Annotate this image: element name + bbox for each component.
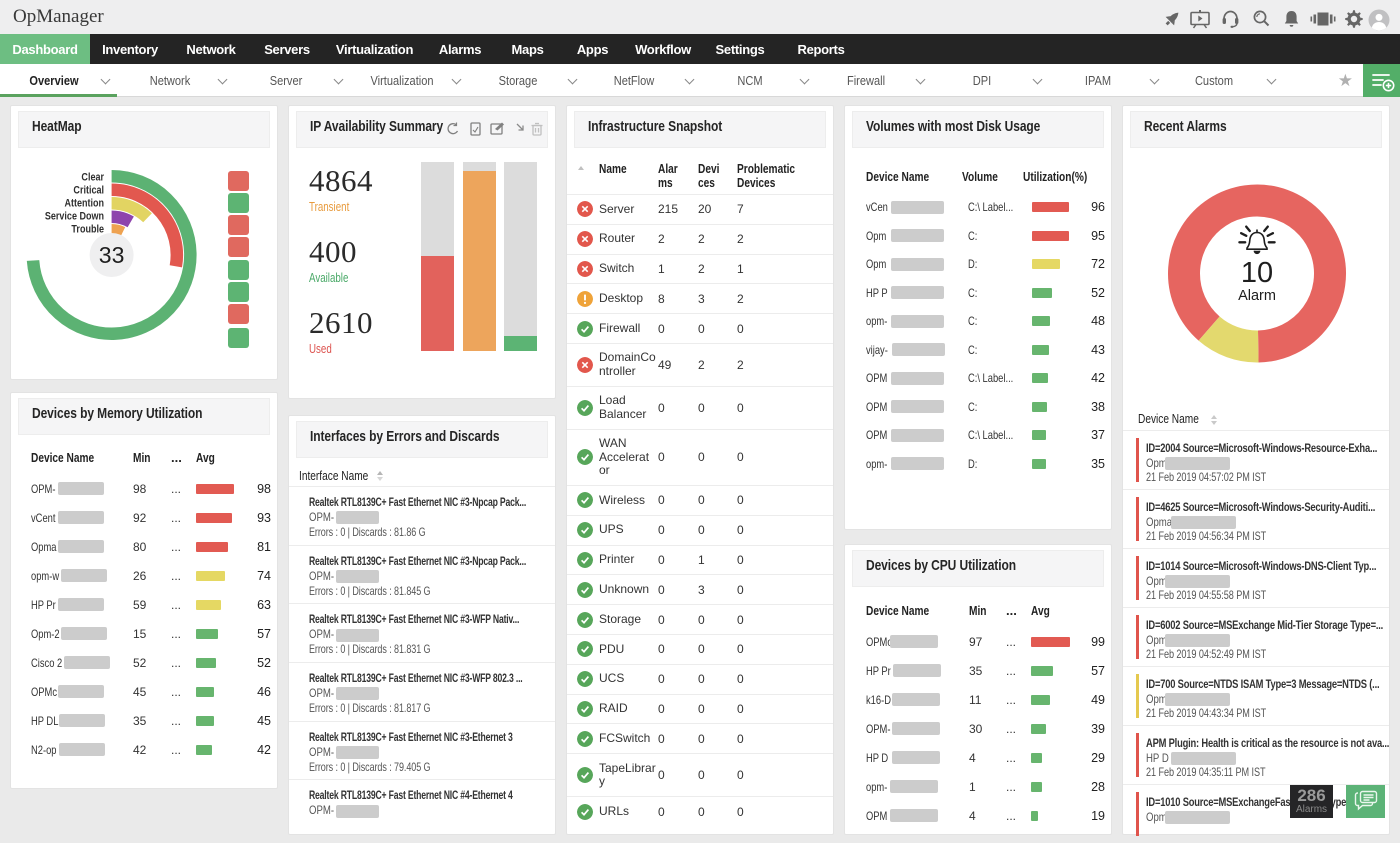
svg-text:Critical: Critical — [73, 185, 104, 197]
svg-text:Trouble: Trouble — [71, 224, 104, 236]
svg-text:Alarm: Alarm — [1238, 288, 1276, 304]
svg-text:Attention: Attention — [64, 198, 104, 210]
svg-text:33: 33 — [99, 242, 125, 268]
svg-text:Clear: Clear — [81, 172, 104, 184]
svg-text:10: 10 — [1241, 257, 1273, 289]
svg-text:Service Down: Service Down — [45, 211, 104, 223]
